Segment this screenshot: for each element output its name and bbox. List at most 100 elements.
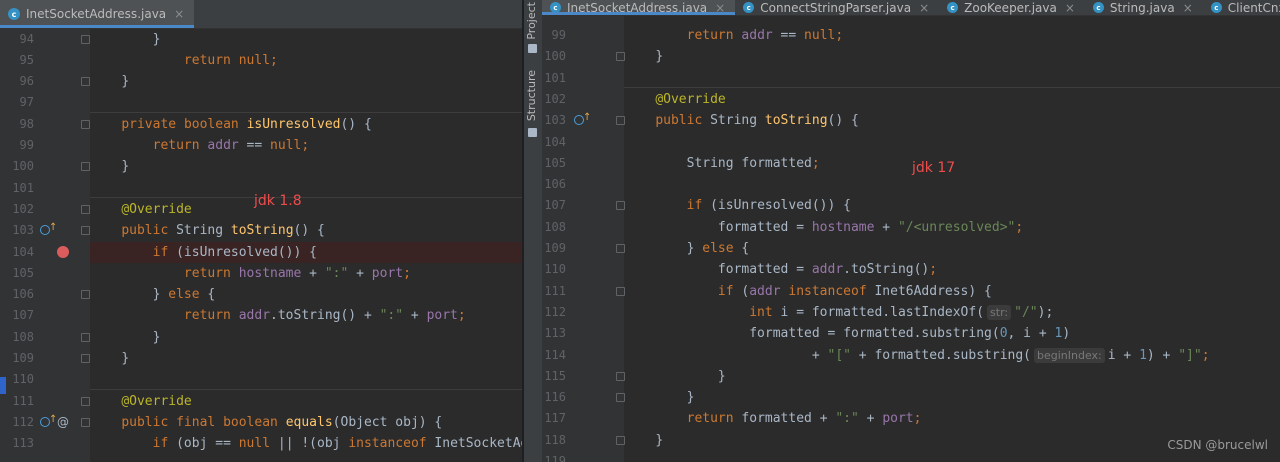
code-line[interactable]: }	[624, 387, 1280, 408]
left-gutter[interactable]: 94 95 96 97 98 99 100 101 102 103 ↑ 104 105 106 107 108…	[0, 0, 90, 462]
code-line[interactable]: return addr == null;	[624, 25, 1280, 46]
right-tab-0[interactable]: c InetSocketAddress.java ×	[542, 0, 736, 15]
structure-tool-button[interactable]: Structure	[525, 70, 541, 121]
code-line[interactable]: public String toString() {	[624, 110, 1280, 131]
method-separator	[90, 388, 522, 390]
code-line[interactable]: public String toString() {	[90, 220, 522, 241]
code-line[interactable]: if (obj == null || !(obj instanceof Inet…	[90, 433, 522, 454]
left-tab-inetsocketaddress[interactable]: c InetSocketAddress.java ×	[0, 0, 195, 28]
right-gutter[interactable]: 99 100 101 102 103 ↑ 104 105 106 107 108 109 110 111 1…	[542, 0, 625, 462]
code-line[interactable]: }	[90, 71, 522, 92]
code-token: Inet6Address) {	[874, 283, 992, 299]
line-number: 104	[12, 244, 34, 259]
code-token: {	[741, 241, 750, 256]
class-icon: c	[743, 2, 755, 13]
fold-icon[interactable]	[81, 204, 90, 214]
code-line[interactable]	[90, 369, 522, 390]
watermark: CSDN @brucelwl	[1167, 438, 1268, 452]
fold-icon[interactable]	[81, 417, 90, 427]
code-line[interactable]: @Override	[90, 199, 522, 220]
code-line[interactable]: private boolean isUnresolved() {	[90, 114, 522, 135]
fold-icon[interactable]	[81, 290, 90, 300]
code-line[interactable]: if (isUnresolved()) {	[90, 242, 522, 263]
line-number: 94	[19, 31, 34, 46]
code-line[interactable]: @Override	[624, 89, 1280, 110]
fold-icon[interactable]	[81, 34, 90, 44]
code-line[interactable]	[624, 132, 1280, 153]
code-line[interactable]: }	[90, 327, 522, 348]
code-token: +	[403, 308, 427, 324]
code-line[interactable]	[90, 178, 522, 199]
right-tab-4[interactable]: cClientCnxn.java×	[1203, 0, 1280, 15]
code-line[interactable]: return addr.toString() + ":" + port;	[90, 305, 522, 326]
close-icon[interactable]: ×	[715, 1, 725, 15]
left-code-area[interactable]: } return null; } private boolean isUnres…	[90, 0, 522, 462]
code-token: String formatted	[686, 155, 812, 171]
code-line[interactable]	[624, 451, 1280, 462]
class-icon: c	[8, 8, 20, 20]
code-token: +	[811, 347, 828, 363]
fold-icon[interactable]	[81, 332, 90, 342]
fold-icon[interactable]	[81, 162, 90, 172]
fold-icon[interactable]	[81, 396, 90, 406]
line-number: 98	[19, 116, 34, 131]
right-tab-1[interactable]: c ConnectStringParser.java ×	[735, 0, 939, 15]
close-icon[interactable]: ×	[919, 1, 929, 15]
breakpoint-icon[interactable]	[57, 245, 69, 258]
code-line[interactable]: } else {	[90, 284, 522, 305]
code-line[interactable]: }	[624, 46, 1280, 67]
annotation-icon[interactable]: @	[57, 415, 69, 429]
code-token: InetSocketAddress	[434, 436, 522, 452]
fold-icon[interactable]	[81, 354, 90, 363]
code-token: hostname	[238, 265, 302, 281]
code-line[interactable]: }	[90, 156, 522, 177]
code-line[interactable]: formatted = formatted.substring(0, i + 1…	[624, 323, 1280, 344]
method-separator	[90, 111, 522, 113]
code-line[interactable]: }	[90, 29, 522, 50]
code-line[interactable]: return hostname + ":" + port;	[90, 263, 522, 284]
right-code-area[interactable]: return addr == null; } @Override public …	[624, 0, 1280, 462]
close-icon[interactable]: ×	[174, 7, 184, 21]
code-line[interactable]: formatted = addr.toString();	[624, 259, 1280, 280]
code-line[interactable]: + "[" + formatted.substring(beginIndex: i…	[624, 345, 1280, 366]
code-token: () {	[340, 116, 372, 132]
code-line[interactable]: }	[90, 348, 522, 369]
code-line[interactable]: formatted = hostname + "/<unresolved>";	[624, 217, 1280, 238]
version-note: jdk 1.8	[254, 193, 302, 209]
code-line[interactable]: return null;	[90, 50, 522, 71]
code-line[interactable]: return formatted + ":" + port;	[624, 408, 1280, 429]
code-line[interactable]: }	[624, 366, 1280, 387]
code-line[interactable]: return addr == null;	[90, 135, 522, 156]
code-token: (isUnresolved()) {	[710, 198, 851, 214]
code-line[interactable]: int i = formatted.lastIndexOf(str: "/");	[624, 302, 1280, 323]
code-token: .toString() +	[270, 308, 380, 324]
code-line[interactable]: @Override	[90, 391, 522, 412]
fold-icon[interactable]	[81, 77, 90, 87]
right-tab-2[interactable]: c ZooKeeper.java ×	[939, 0, 1085, 15]
line-number: 111	[544, 283, 566, 298]
code-line[interactable]	[624, 174, 1280, 195]
code-token: ;	[1015, 219, 1024, 235]
code-line[interactable]	[90, 92, 522, 113]
code-token: }	[121, 351, 130, 366]
close-icon[interactable]: ×	[1065, 1, 1075, 15]
line-number: 116	[544, 390, 566, 405]
right-tab-3[interactable]: c String.java ×	[1085, 0, 1203, 15]
code-line[interactable]: public final boolean equals(Object obj) …	[90, 412, 522, 433]
fold-icon[interactable]	[81, 226, 90, 236]
code-token: ;	[1201, 347, 1210, 363]
code-line[interactable]	[624, 68, 1280, 89]
code-line[interactable]: if (addr instanceof Inet6Address) {	[624, 281, 1280, 302]
code-line[interactable]: if (isUnresolved()) {	[624, 195, 1280, 216]
close-icon[interactable]: ×	[1183, 1, 1193, 15]
code-token: null	[238, 436, 278, 452]
fold-icon[interactable]	[81, 119, 90, 129]
code-line[interactable]: } else {	[624, 238, 1280, 259]
project-tool-button[interactable]: Project	[525, 2, 541, 40]
